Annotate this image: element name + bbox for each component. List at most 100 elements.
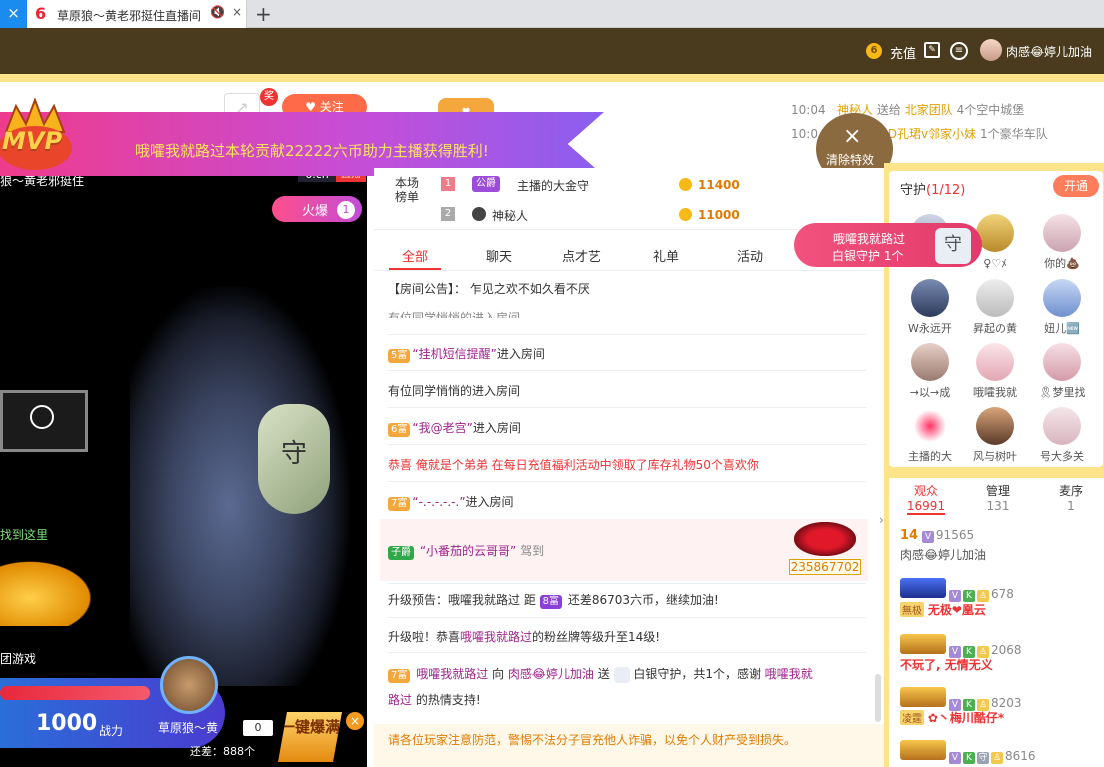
new-tab-icon[interactable]: + [255,2,272,26]
v-badge-icon: V [921,531,934,543]
rank-number: 1 [441,177,455,191]
open-guard-button[interactable]: 开通 [1053,175,1099,197]
recharge-link[interactable]: 充值 [890,43,916,62]
chat-user[interactable]: “小番茄的云哥哥” [420,544,516,558]
avatar [976,343,1014,381]
close-icon[interactable]: × [843,124,861,149]
audience-name: 不玩了, 无情无义 [900,658,993,672]
guard-member[interactable]: →以→成 [903,343,957,400]
tab-talent[interactable]: 点才艺 [562,246,601,265]
shield-icon: 守 [258,404,330,514]
tab-count: 1 [1067,499,1075,513]
audience-row[interactable]: V K ♙ 678 [900,578,1014,602]
feed-time: 10:04 [791,103,826,117]
popup-user: 哦嚯我就路过 [833,232,906,246]
close-icon[interactable]: × [0,0,27,28]
guard-name: →以→成 [909,386,951,399]
chat-text: 进入房间 [465,495,514,509]
user-number: 678 [991,587,1014,601]
audience-name: 凌霆 ✿丶梅川酷仔* [900,709,1004,726]
user-number: 91565 [935,528,975,542]
chat-message-continued: 路过 的热情支持! [388,691,481,708]
audience-row[interactable]: 14 V 91565 [900,528,974,543]
avatar [976,279,1014,317]
tab-close-icon[interactable]: × [232,5,242,19]
chat-user[interactable]: 路过 [388,693,412,707]
guard-name: 哦嚯我就 [973,386,1017,399]
guard-member[interactable]: 你的💩 [1035,214,1089,271]
feed-target[interactable]: 北家团队 [905,103,953,117]
tier-badge [900,687,946,707]
tab-chat[interactable]: 聊天 [486,246,512,265]
guard-member[interactable]: 🎗梦里找 [1035,343,1089,400]
tab-admins[interactable]: 管理 131 [968,484,1028,514]
guard-title-text: 守护 [900,183,927,198]
rank-user[interactable]: 神秘人 [492,207,528,224]
tab-gift-list[interactable]: 礼单 [653,246,679,265]
avatar [1043,214,1081,252]
browser-tab[interactable]: 6 草原狼～黄老邪挺住直播间 🔇 × [27,0,247,28]
avatar[interactable] [980,39,1002,61]
guard-member[interactable]: 风与树叶 [968,407,1022,464]
noble-badge: 公爵 [472,176,500,192]
audience-row[interactable]: V K ♙ 2068 [900,634,1022,658]
close-icon[interactable]: × [346,712,364,730]
guard-member[interactable]: W永远开 [903,279,957,336]
audience-row[interactable]: V K ♙ 8203 [900,687,1022,711]
tab-count: 131 [986,499,1010,513]
guard-member[interactable]: 昇起の黄 [968,279,1022,336]
tab-label: 麦序 [1058,484,1083,498]
wealth-level-badge: 8富 [539,595,563,609]
user-name: ✿丶梅川酷仔* [927,711,1005,725]
collapse-icon[interactable]: › [879,513,884,527]
chat-user[interactable]: “我@老宫” [412,421,472,435]
guard-member[interactable]: 号大多关 [1035,407,1089,464]
avatar [911,343,949,381]
username[interactable]: 肉感😂婷儿加油 [1006,43,1092,60]
user-tag: 凌霆 [900,710,924,725]
guard-member[interactable]: 主播的大 [903,407,957,464]
edit-icon[interactable]: ✎ [924,42,940,58]
message-icon[interactable]: ≡ [950,42,968,60]
feed-verb: 送给 [876,103,901,117]
audience-name: 肉感😂婷儿加油 [900,548,987,562]
tab-all[interactable]: 全部 [402,246,428,265]
feed-gift: 1个豪华车队 [979,127,1048,141]
feed-gift: 4个空中城堡 [956,103,1025,117]
chat-message: 有位同学悄悄的进入房间 [388,311,521,318]
tab-activity[interactable]: 活动 [737,246,763,265]
anchor-avatar[interactable] [160,656,218,714]
tier-badge [900,634,946,654]
rank-value: 11400 [698,178,740,192]
chat-user[interactable]: 哦嚯我就路过 [416,667,488,681]
chat-text: 进入房间 [496,347,545,361]
chat-user[interactable]: “-.-.-.-.-.” [412,495,465,509]
one-key-full-button[interactable]: 一键爆满 [278,712,342,762]
chat-user[interactable]: 哦嚯我就路过 [460,630,532,644]
audience-row[interactable]: V K 守 ♙ 8616 [900,740,1036,764]
user-tag: 無极 [900,602,924,617]
clear-effects-label[interactable]: 清除特效 [826,151,874,168]
user-level: 14 [900,528,919,543]
guard-member[interactable]: 妞儿🆕 [1035,279,1089,336]
wealth-level-badge: 7富 [388,669,411,683]
hot-count: 1 [337,201,355,219]
scrollbar[interactable] [875,674,881,722]
anchor-name: 草原狼～黄 [158,721,219,735]
chat-user[interactable]: “挂机短信提醒” [412,347,496,361]
tab-mic-queue[interactable]: 麦序 1 [1041,484,1101,514]
rank-user[interactable]: 主播的大金守 [517,177,589,194]
wealth-level-badge: 5富 [388,349,411,363]
active-tab-indicator [907,513,945,515]
chat-message: 7富 “-.-.-.-.-.”进入房间 [388,493,514,511]
user-number: 8616 [1005,749,1036,763]
tab-label: 管理 [985,484,1010,498]
chat-user[interactable]: 哦嚯我就 [765,667,813,681]
divider [388,370,866,371]
tab-audience[interactable]: 观众 16991 [896,484,956,514]
mute-icon[interactable]: 🔇 [210,5,225,19]
power-unit: 战力 [99,724,124,738]
chat-user[interactable]: 肉感😂婷儿加油 [508,667,594,681]
guard-member[interactable]: 哦嚯我就 [968,343,1022,400]
chat-message: 6富 “我@老宫”进入房间 [388,419,521,437]
